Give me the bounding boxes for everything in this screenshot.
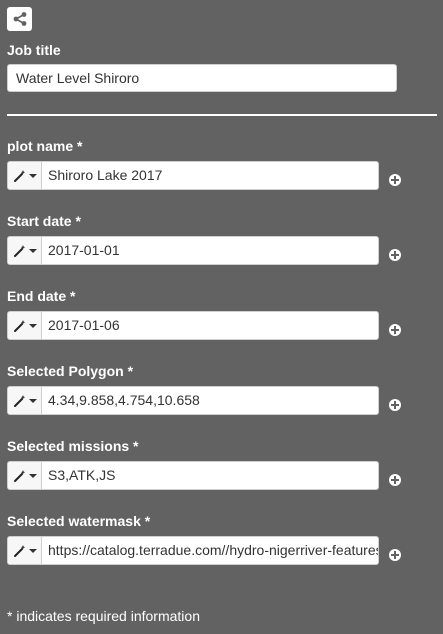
chevron-down-icon — [28, 248, 37, 253]
selected-missions-add-button[interactable] — [389, 474, 401, 486]
job-title-label: Job title — [7, 42, 61, 58]
start-date-input[interactable]: 2017-01-01 — [42, 237, 378, 264]
selected-watermask-label: Selected watermask * — [7, 513, 151, 529]
selected-polygon-wand-dropdown[interactable] — [8, 387, 42, 414]
chevron-down-icon — [28, 548, 37, 553]
plot-name-input[interactable]: Shiroro Lake 2017 — [42, 162, 378, 189]
plot-name-add-button[interactable] — [389, 174, 401, 186]
magic-wand-icon — [13, 394, 25, 407]
selected-watermask-input[interactable]: https://catalog.terradue.com//hydro-nige… — [42, 537, 378, 564]
selected-polygon-input[interactable]: 4.34,9.858,4.754,10.658 — [42, 387, 378, 414]
selected-watermask-field: https://catalog.terradue.com//hydro-nige… — [7, 536, 379, 565]
share-icon — [13, 12, 26, 26]
chevron-down-icon — [28, 473, 37, 478]
selected-polygon-add-button[interactable] — [389, 399, 401, 411]
end-date-field: 2017-01-06 — [7, 311, 379, 340]
magic-wand-icon — [13, 244, 25, 257]
chevron-down-icon — [28, 398, 37, 403]
start-date-add-button[interactable] — [389, 249, 401, 261]
start-date-field: 2017-01-01 — [7, 236, 379, 265]
selected-missions-input[interactable]: S3,ATK,JS — [42, 462, 378, 489]
divider — [7, 114, 437, 116]
end-date-label: End date * — [7, 288, 76, 304]
job-title-input[interactable]: Water Level Shiroro — [7, 64, 397, 92]
magic-wand-icon — [13, 319, 25, 332]
end-date-input[interactable]: 2017-01-06 — [42, 312, 378, 339]
required-footnote: * indicates required information — [7, 608, 200, 624]
plot-name-field: Shiroro Lake 2017 — [7, 161, 379, 190]
selected-polygon-label: Selected Polygon * — [7, 363, 134, 379]
plot-name-label: plot name * — [7, 138, 83, 154]
magic-wand-icon — [13, 544, 25, 557]
selected-watermask-add-button[interactable] — [389, 549, 401, 561]
selected-missions-field: S3,ATK,JS — [7, 461, 379, 490]
share-button[interactable] — [7, 7, 32, 31]
chevron-down-icon — [28, 323, 37, 328]
selected-watermask-wand-dropdown[interactable] — [8, 537, 42, 564]
selected-missions-label: Selected missions * — [7, 438, 139, 454]
magic-wand-icon — [13, 169, 25, 182]
end-date-add-button[interactable] — [389, 324, 401, 336]
selected-polygon-field: 4.34,9.858,4.754,10.658 — [7, 386, 379, 415]
selected-missions-wand-dropdown[interactable] — [8, 462, 42, 489]
start-date-wand-dropdown[interactable] — [8, 237, 42, 264]
magic-wand-icon — [13, 469, 25, 482]
plot-name-wand-dropdown[interactable] — [8, 162, 42, 189]
end-date-wand-dropdown[interactable] — [8, 312, 42, 339]
chevron-down-icon — [28, 173, 37, 178]
start-date-label: Start date * — [7, 213, 81, 229]
